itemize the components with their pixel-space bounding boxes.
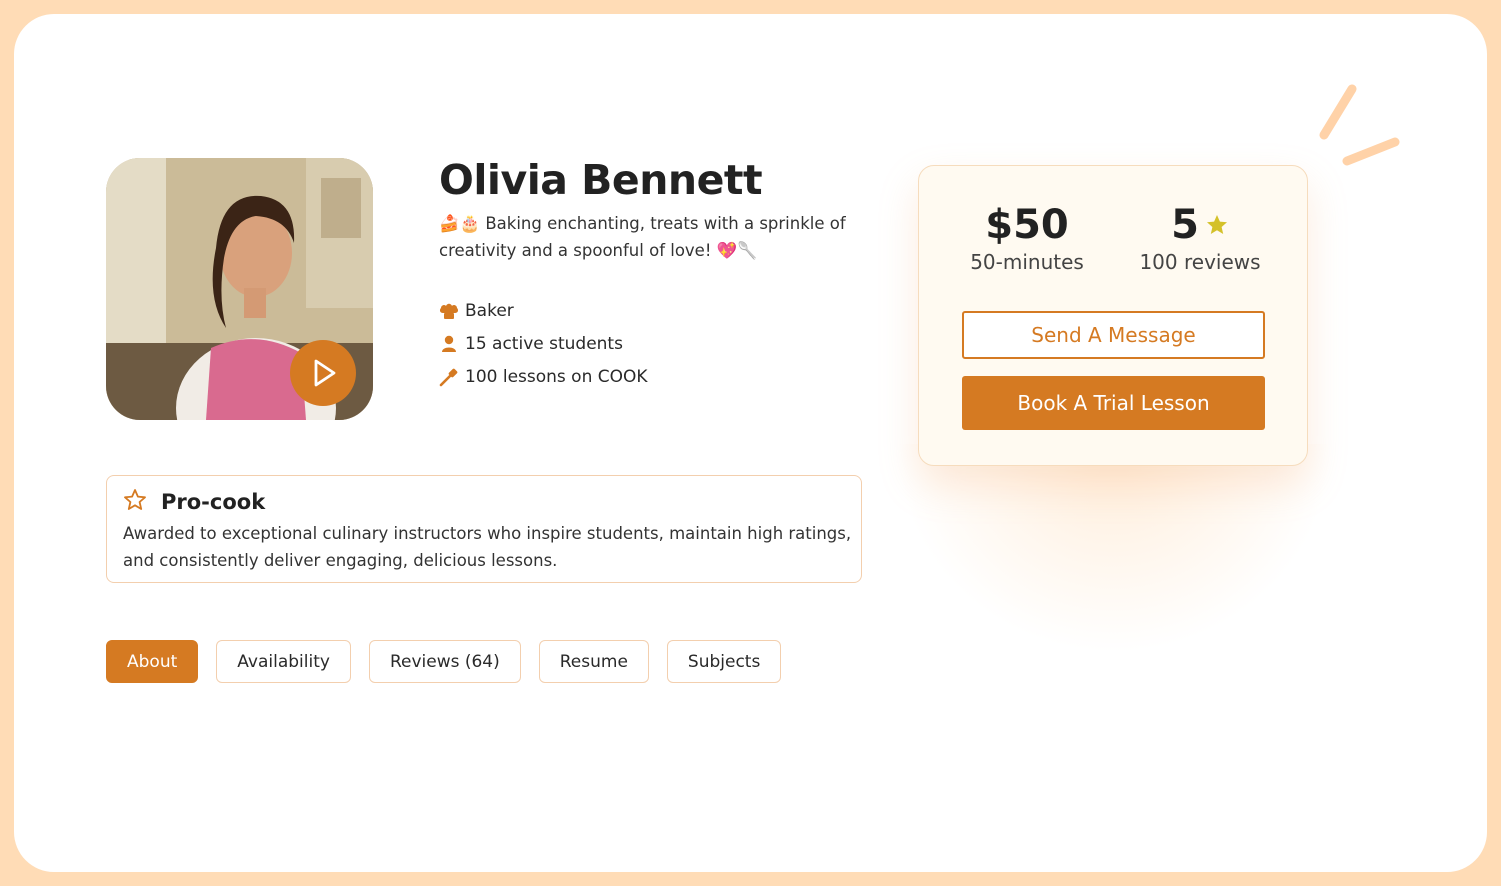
pricing-card: $50 50-minutes 5 100 reviews Send A Mess… <box>918 165 1308 466</box>
fact-role-label: Baker <box>465 300 514 321</box>
tab-resume[interactable]: Resume <box>538 640 649 683</box>
play-video-button[interactable] <box>290 340 356 406</box>
person-icon <box>438 333 460 355</box>
instructor-facts: Baker 15 active students 100 lessons on … <box>438 294 648 393</box>
price-stat: $50 50-minutes <box>967 202 1087 274</box>
rating-star-icon <box>1205 213 1229 237</box>
rating-reviews: 100 reviews <box>1139 250 1261 274</box>
tab-subjects[interactable]: Subjects <box>666 640 782 683</box>
fact-role: Baker <box>438 294 648 327</box>
tab-about[interactable]: About <box>106 640 199 683</box>
fact-lessons-label: 100 lessons on COOK <box>465 366 648 387</box>
decorative-strokes <box>1319 84 1400 166</box>
chef-hat-icon <box>438 300 460 322</box>
spatula-icon <box>438 366 460 388</box>
play-icon <box>314 359 336 387</box>
pro-cook-title: Pro-cook <box>161 490 266 514</box>
fact-students: 15 active students <box>438 327 648 360</box>
rating-stat: 5 100 reviews <box>1137 202 1263 274</box>
rating-value: 5 <box>1171 202 1199 248</box>
star-outline-icon <box>123 488 147 516</box>
fact-lessons: 100 lessons on COOK <box>438 360 648 393</box>
pro-cook-card: Pro-cook Awarded to exceptional culinary… <box>106 475 862 583</box>
app-frame: Olivia Bennett 🍰🎂 Baking enchanting, tre… <box>14 14 1487 872</box>
send-message-button[interactable]: Send A Message <box>962 311 1265 359</box>
price-duration: 50-minutes <box>970 250 1084 274</box>
price-value: $50 <box>985 202 1069 248</box>
fact-students-label: 15 active students <box>465 333 623 354</box>
card-glow <box>894 444 1334 654</box>
pro-cook-description: Awarded to exceptional culinary instruct… <box>123 524 852 570</box>
instructor-name: Olivia Bennett <box>439 156 763 204</box>
book-trial-button[interactable]: Book A Trial Lesson <box>962 376 1265 430</box>
instructor-tagline: 🍰🎂 Baking enchanting, treats with a spri… <box>439 214 846 260</box>
tab-availability[interactable]: Availability <box>216 640 351 683</box>
tab-reviews[interactable]: Reviews (64) <box>368 640 521 683</box>
profile-tabs: About Availability Reviews (64) Resume S… <box>106 640 782 683</box>
